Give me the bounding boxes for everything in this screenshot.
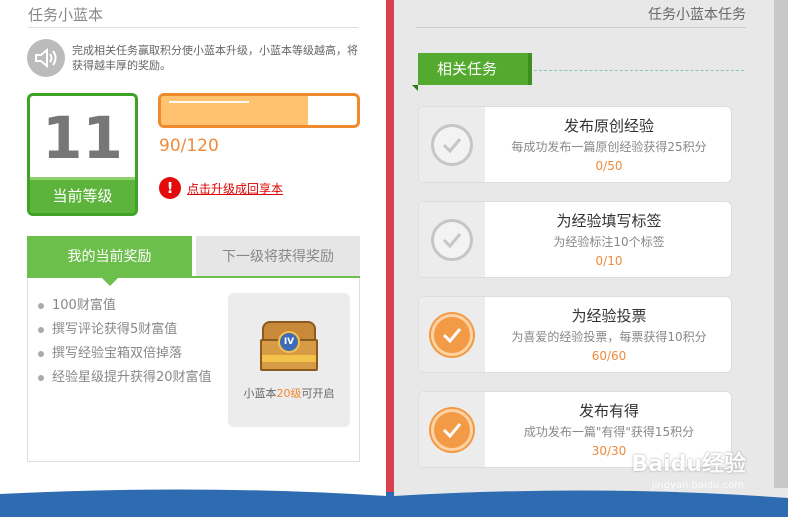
watermark-url: jingyan.baidu.com <box>651 480 744 491</box>
chest-caption: 小蓝本20级可开启 <box>243 387 335 400</box>
tab-next-reward[interactable]: 下一级将获得奖励 <box>196 236 360 278</box>
task-card[interactable]: 发布原创经验 每成功发布一篇原创经验获得25积分 0/50 <box>418 106 732 183</box>
bottom-wave <box>0 488 788 517</box>
check-icon <box>431 409 473 451</box>
check-icon <box>431 314 473 356</box>
reward-tabs: 我的当前奖励 下一级将获得奖励 <box>27 236 360 286</box>
task-card[interactable]: 为经验填写标签 为经验标注10个标签 0/10 <box>418 201 732 278</box>
chest-level-badge: IV <box>278 331 300 353</box>
list-item: 经验星级提升获得20财富值 <box>38 366 218 390</box>
treasure-chest-icon: IV <box>260 321 318 373</box>
section-dash <box>534 70 744 71</box>
right-panel: 任务小蓝本任务 相关任务 发布原创经验 每成功发布一篇原创经验获得25积分 0/… <box>394 0 774 500</box>
alert-icon: ! <box>159 177 181 199</box>
task-desc: 成功发布一篇"有得"获得15积分 <box>523 425 695 439</box>
list-item: 100财富值 <box>38 294 218 318</box>
intro-text: 完成相关任务赢取积分使小蓝本升级，小蓝本等级越高，将获得越丰厚的奖励。 <box>72 44 358 72</box>
level-badge: 11 当前等级 <box>27 93 138 216</box>
task-progress: 0/50 <box>595 159 623 173</box>
check-icon <box>431 124 473 166</box>
task-progress: 60/60 <box>591 349 627 363</box>
task-desc: 为喜爱的经验投票，每票获得10积分 <box>511 330 707 344</box>
reward-panel: 100财富值 撰写评论获得5财富值 撰写经验宝箱双倍掉落 经验星级提升获得20财… <box>27 278 360 462</box>
task-desc: 为经验标注10个标签 <box>553 235 665 249</box>
task-title: 为经验投票 <box>571 307 647 325</box>
progress-bar <box>158 93 360 128</box>
task-card[interactable]: 为经验投票 为喜爱的经验投票，每票获得10积分 60/60 <box>418 296 732 373</box>
task-title: 发布有得 <box>578 402 639 420</box>
chest-unlock-level: 20级 <box>276 387 302 400</box>
level-label: 当前等级 <box>30 177 135 213</box>
panel-title: 任务小蓝本 <box>28 6 104 24</box>
panel-divider <box>386 0 394 492</box>
level-number: 11 <box>42 104 123 172</box>
title-divider <box>416 27 746 28</box>
right-panel-edge <box>774 0 788 500</box>
left-panel: 任务小蓝本 完成相关任务赢取积分使小蓝本升级，小蓝本等级越高，将获得越丰厚的奖励… <box>0 0 386 500</box>
speaker-icon <box>27 39 65 77</box>
tab-current-reward[interactable]: 我的当前奖励 <box>27 236 192 286</box>
task-progress: 0/10 <box>595 254 623 268</box>
progress-fill <box>161 96 308 125</box>
reward-list: 100财富值 撰写评论获得5财富值 撰写经验宝箱双倍掉落 经验星级提升获得20财… <box>38 294 218 390</box>
list-item: 撰写评论获得5财富值 <box>38 318 218 342</box>
right-panel-title: 任务小蓝本任务 <box>648 7 746 23</box>
section-label: 相关任务 <box>412 53 532 91</box>
upgrade-link[interactable]: 点击升级成回享本 <box>187 180 283 197</box>
chest-card: IV 小蓝本20级可开启 <box>228 293 350 427</box>
list-item: 撰写经验宝箱双倍掉落 <box>38 342 218 366</box>
progress-text: 90/120 <box>159 136 219 156</box>
task-title: 为经验填写标签 <box>556 212 662 230</box>
check-icon <box>431 219 473 261</box>
task-desc: 每成功发布一篇原创经验获得25积分 <box>511 140 707 154</box>
watermark-logo: Baidu经验 <box>631 452 746 477</box>
task-title: 发布原创经验 <box>563 117 654 135</box>
upgrade-row: ! 点击升级成回享本 <box>159 177 283 199</box>
title-divider <box>28 27 358 28</box>
